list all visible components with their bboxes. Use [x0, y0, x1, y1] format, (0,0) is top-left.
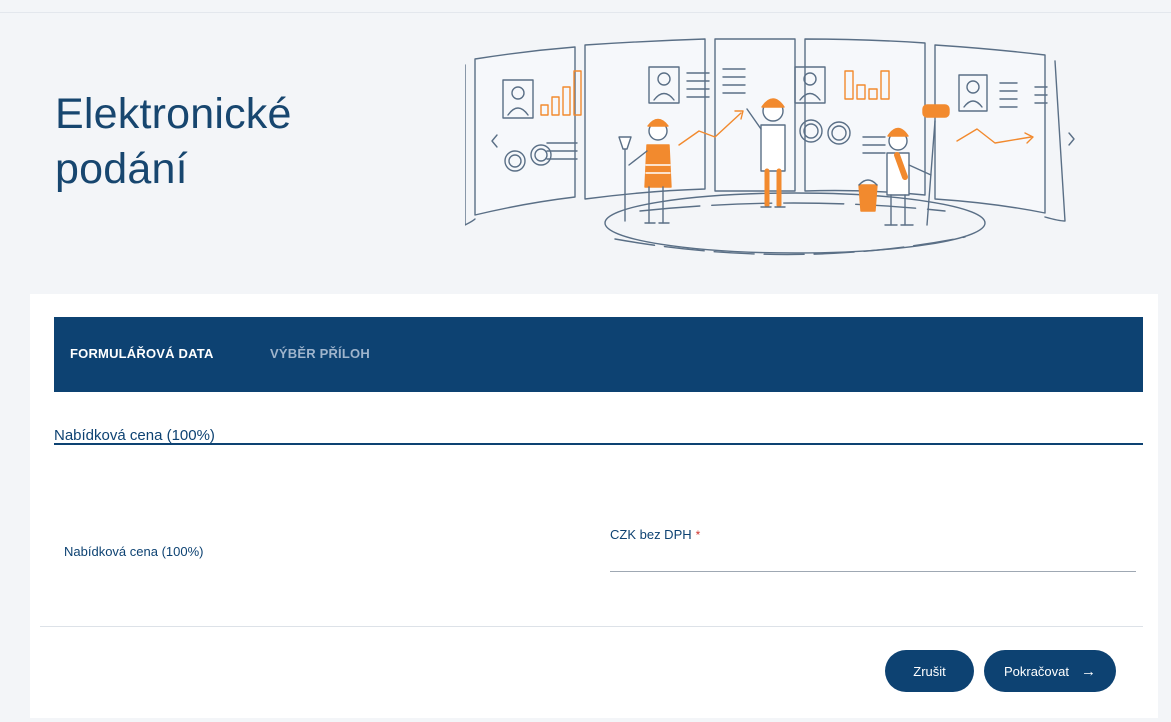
tab-bar: FORMULÁŘOVÁ DATA VÝBĚR PŘÍLOH — [54, 317, 1143, 392]
section-divider — [54, 443, 1143, 445]
footer-divider — [40, 626, 1143, 627]
form-panel: FORMULÁŘOVÁ DATA VÝBĚR PŘÍLOH Nabídková … — [30, 294, 1158, 718]
tab-attachments[interactable]: VÝBĚR PŘÍLOH — [270, 346, 370, 361]
continue-button[interactable]: Pokračovat → — [984, 650, 1116, 692]
required-marker: * — [695, 528, 701, 542]
tab-form-data[interactable]: FORMULÁŘOVÁ DATA — [70, 346, 214, 361]
arrow-right-icon: → — [1081, 662, 1097, 680]
price-input-label-text: CZK bez DPH — [610, 527, 692, 542]
construction-workers-illustration — [465, 38, 1075, 256]
price-field-label: Nabídková cena (100%) — [64, 544, 204, 559]
price-input-label: CZK bez DPH * — [610, 527, 700, 542]
continue-button-label: Pokračovat — [1003, 663, 1070, 679]
cancel-button[interactable]: Zrušit — [885, 650, 974, 692]
hero-banner: Elektronické podání — [0, 13, 1171, 294]
page-title: Elektronické podání — [55, 90, 292, 193]
price-input[interactable] — [610, 550, 1136, 572]
section-title: Nabídková cena (100%) — [54, 427, 215, 444]
cancel-button-label: Zrušit — [913, 663, 946, 679]
